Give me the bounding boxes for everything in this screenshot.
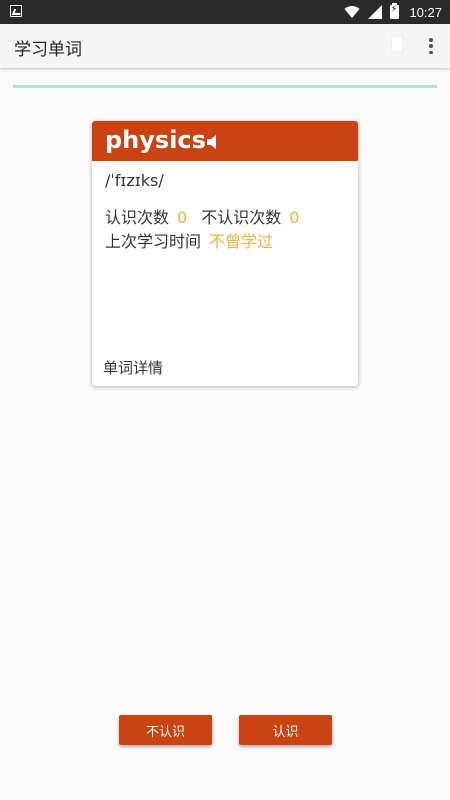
status-bar: 10:27 [0,0,450,24]
battery-charging-icon [390,3,400,19]
last-study-row: 上次学习时间 不曾学过 [105,228,273,252]
known-button[interactable]: 认识 [239,715,332,745]
word-text: physics [105,126,206,154]
app-bar: 学习单词 [0,24,450,68]
overflow-menu-icon[interactable] [425,36,437,56]
known-count-value: 0 [177,208,188,227]
count-stats: 认识次数 0 不认识次数 0 [105,204,299,228]
known-count-label: 认识次数 [105,208,170,227]
status-icons: 10:27 [344,0,442,24]
unknown-count-label: 不认识次数 [201,208,282,227]
progress-bar [13,85,437,88]
word-detail-link[interactable]: 单词详情 [103,357,163,378]
signal-icon [368,5,383,19]
wifi-icon [344,6,360,18]
last-study-label: 上次学习时间 [105,232,202,251]
image-icon [10,5,22,17]
unknown-button[interactable]: 不认识 [119,715,212,745]
unknown-count-value: 0 [289,208,300,227]
page-title: 学习单词 [14,40,82,60]
status-time: 10:27 [409,4,442,20]
phonetic: /ˈfɪzɪks/ [105,171,164,190]
card-header: physics [92,121,358,161]
word-card: physics /ˈfɪzɪks/ 认识次数 0 不认识次数 0 上次学习时间 不曾学过… [92,121,358,386]
last-study-value: 不曾学过 [209,232,274,251]
speaker-icon[interactable] [207,135,219,149]
blank-square-icon[interactable] [391,36,403,52]
